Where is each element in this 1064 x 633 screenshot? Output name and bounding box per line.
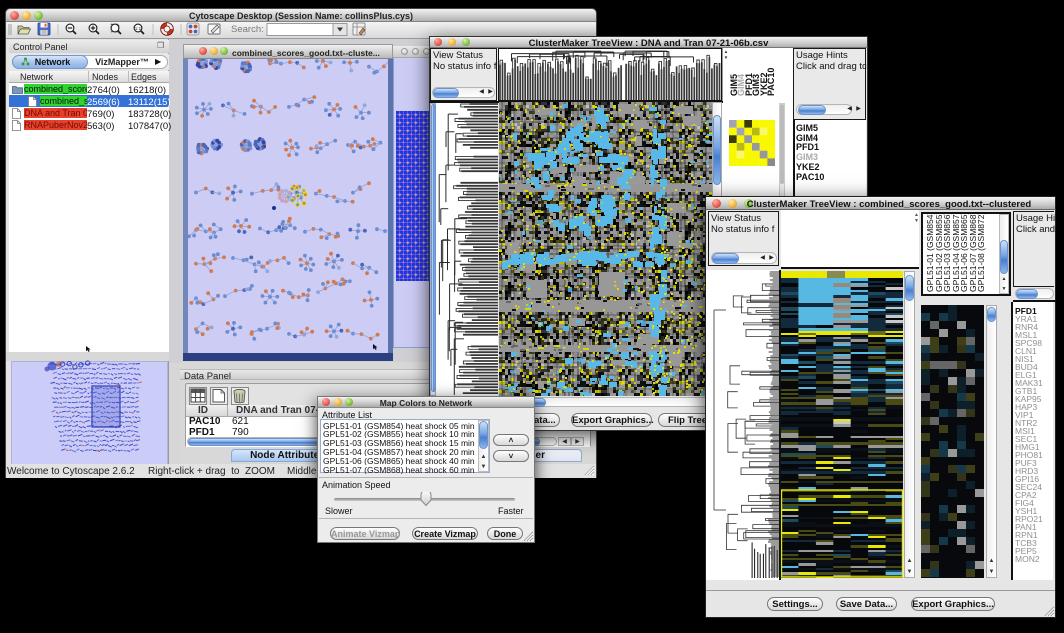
svg-text:1:1: 1:1 [135, 26, 142, 31]
svg-text:Search:: Search: [231, 24, 264, 35]
